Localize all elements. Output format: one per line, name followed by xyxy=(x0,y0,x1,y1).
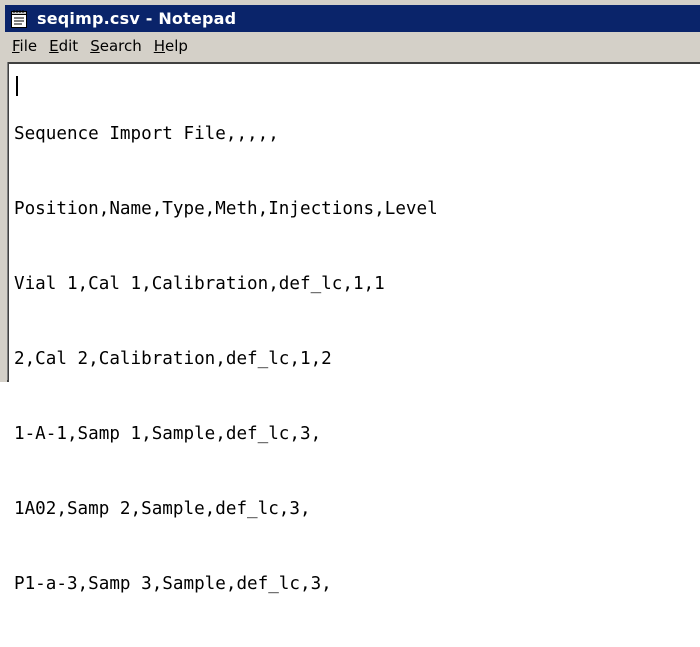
menu-search-mnemonic: S xyxy=(90,37,100,55)
text-editor[interactable]: Sequence Import File,,,,, Position,Name,… xyxy=(9,64,700,594)
menu-help-label: elp xyxy=(165,37,188,55)
menu-search[interactable]: Search xyxy=(84,35,148,57)
menu-bar: File Edit Search Help xyxy=(5,33,700,59)
editor-frame: Sequence Import File,,,,, Position,Name,… xyxy=(7,62,700,594)
menu-file-mnemonic: F xyxy=(12,37,20,55)
menu-help-mnemonic: H xyxy=(153,37,166,55)
text-line: 1A02,Samp 2,Sample,def_lc,3, xyxy=(14,499,311,519)
text-caret xyxy=(16,76,18,96)
text-line: 2,Cal 2,Calibration,def_lc,1,2 xyxy=(14,349,332,369)
text-line: P1-a-3,Samp 3,Sample,def_lc,3, xyxy=(14,574,332,594)
menu-edit[interactable]: Edit xyxy=(43,35,84,57)
text-line: Sequence Import File,,,,, xyxy=(14,124,279,144)
text-line: Vial 1,Cal 1,Calibration,def_lc,1,1 xyxy=(14,274,385,294)
menu-file[interactable]: File xyxy=(5,35,43,57)
window-title: seqimp.csv - Notepad xyxy=(37,9,237,28)
notepad-icon[interactable] xyxy=(9,9,29,29)
notepad-window: seqimp.csv - Notepad File Edit Search He… xyxy=(0,0,700,594)
menu-file-label: ile xyxy=(19,37,38,55)
menu-edit-mnemonic: E xyxy=(49,37,59,55)
title-bar[interactable]: seqimp.csv - Notepad xyxy=(5,5,700,32)
text-line: 1-A-1,Samp 1,Sample,def_lc,3, xyxy=(14,424,322,444)
menu-help[interactable]: Help xyxy=(148,35,194,57)
menu-search-label: earch xyxy=(99,37,142,55)
text-line: Position,Name,Type,Meth,Injections,Level xyxy=(14,199,438,219)
menu-edit-label: dit xyxy=(58,37,79,55)
